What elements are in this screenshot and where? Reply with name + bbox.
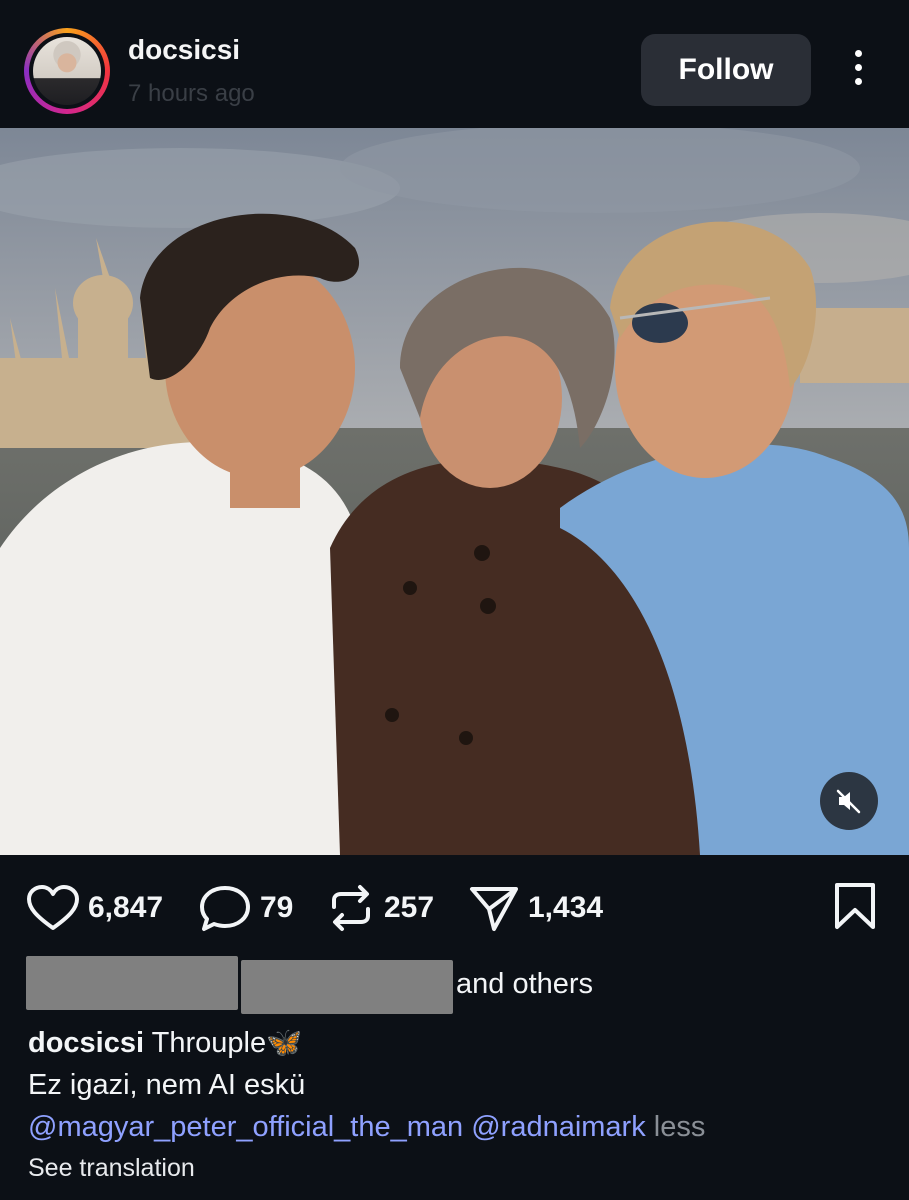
bookmark-icon [835,883,875,929]
post-actions: 6,847 79 257 1,434 [0,875,909,945]
less-link[interactable]: less [654,1111,706,1143]
share-count: 1,434 [528,891,604,924]
caption-line2: Ez igazi, nem AI eskü [28,1069,306,1101]
see-translation-link[interactable]: See translation [28,1154,195,1183]
mention-link-2[interactable]: @radnaimark [471,1111,646,1143]
post-username[interactable]: docsicsi [128,34,240,66]
heart-icon [27,885,79,930]
repost-action[interactable]: 257 [326,875,434,941]
caption: docsicsi Throuple🦋 Ez igazi, nem AI eskü… [28,1022,705,1148]
avatar[interactable] [33,37,101,105]
caption-username[interactable]: docsicsi [28,1027,144,1059]
like-action[interactable]: 6,847 [26,875,163,941]
share-action[interactable]: 1,434 [468,875,603,941]
redacted-liker-1 [26,956,238,1010]
comment-icon [200,886,250,931]
post-photo[interactable] [0,128,909,855]
post-header: docsicsi 7 hours ago Follow [0,0,909,128]
more-vertical-icon[interactable] [846,50,870,90]
like-count: 6,847 [88,891,164,924]
post-time: 7 hours ago [128,80,255,107]
comment-count: 79 [260,891,294,924]
redacted-liker-2 [241,960,453,1014]
mute-toggle-button[interactable] [820,772,878,830]
share-icon [470,887,518,931]
save-button[interactable] [832,882,878,935]
comment-action[interactable]: 79 [198,875,293,941]
butterfly-emoji: 🦋 [266,1027,303,1059]
story-ring[interactable] [24,28,110,114]
liked-by-others[interactable]: and others [456,968,593,1001]
photo-illustration [0,128,909,855]
repost-count: 257 [384,891,435,924]
mention-link-1[interactable]: @magyar_peter_official_the_man [28,1111,463,1143]
follow-button[interactable]: Follow [641,34,811,106]
sound-off-icon [836,789,861,814]
repost-icon [332,885,370,931]
caption-text: Throuple [151,1027,267,1059]
